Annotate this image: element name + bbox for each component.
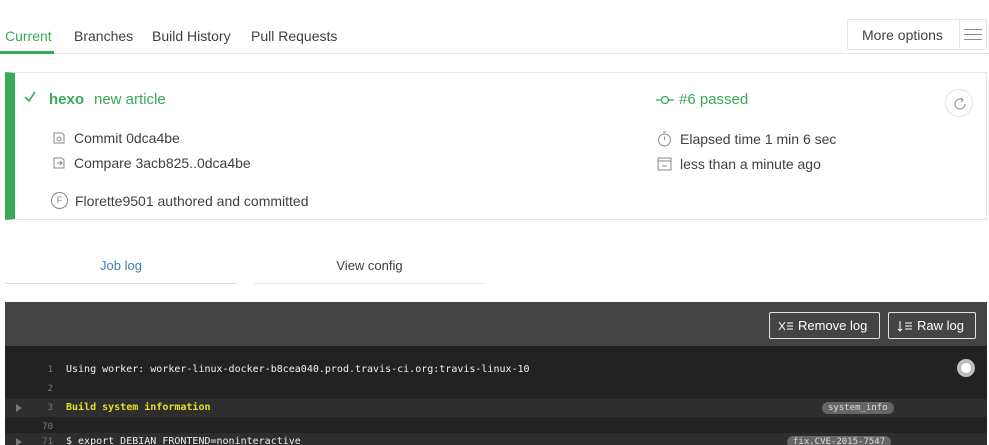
tab-build-history[interactable]: Build History <box>152 28 231 44</box>
log-text: Build system information <box>66 402 211 413</box>
scroll-to-top-button[interactable] <box>957 359 975 377</box>
build-number-status[interactable]: #6 passed <box>679 91 748 108</box>
compare-row[interactable]: Compare 3acb825..0dca4be <box>51 155 251 171</box>
log-line: 1 Using worker: worker-linux-docker-b8ce… <box>5 361 987 379</box>
active-tab-indicator <box>0 51 54 54</box>
author-text: Florette9501 authored and committed <box>75 192 309 209</box>
log-line: 2 <box>5 380 987 398</box>
commit-node-icon <box>656 95 674 104</box>
view-config-tab-indicator <box>254 283 485 284</box>
tab-job-log[interactable]: Job log <box>5 258 237 273</box>
fold-tag: fix.CVE-2015-7547 <box>787 436 892 445</box>
raw-log-icon <box>897 320 912 332</box>
hamburger-menu-icon <box>964 28 982 42</box>
commit-row[interactable]: Commit 0dca4be <box>51 130 180 146</box>
more-options-button[interactable]: More options <box>847 19 987 50</box>
elapsed-row: Elapsed time 1 min 6 sec <box>656 130 836 147</box>
commit-link[interactable]: Commit 0dca4be <box>74 130 180 146</box>
build-status[interactable]: #6 passed <box>656 91 748 108</box>
log-fold-line[interactable]: 71 $ export DEBIAN_FRONTEND=noninteracti… <box>5 433 987 445</box>
author-row: F Florette9501 authored and committed <box>51 192 308 209</box>
author-avatar-icon: F <box>51 192 68 209</box>
log-text: Using worker: worker-linux-docker-b8cea0… <box>66 364 530 375</box>
stopwatch-icon <box>658 131 671 147</box>
top-tab-bar: Current Branches Build History Pull Requ… <box>0 0 989 54</box>
remove-log-label: Remove log <box>798 318 868 333</box>
fold-tag: system_info <box>822 402 894 414</box>
job-log-output: 1 Using worker: worker-linux-docker-b8ce… <box>5 346 987 445</box>
log-toolbar: Remove log Raw log <box>5 302 987 346</box>
fold-toggle-icon[interactable] <box>16 438 22 445</box>
commit-message: new article <box>94 91 166 108</box>
line-number-link[interactable]: 70 <box>25 422 53 432</box>
compare-icon <box>53 157 65 169</box>
raw-log-label: Raw log <box>917 318 964 333</box>
more-options-divider <box>959 20 960 49</box>
log-fold-line[interactable]: 3 Build system information system_info <box>5 399 987 417</box>
elapsed-time: Elapsed time 1 min 6 sec <box>680 130 837 147</box>
line-number-link[interactable]: 3 <box>25 403 53 413</box>
log-text: $ export DEBIAN_FRONTEND=noninteractive <box>66 436 301 445</box>
tab-current[interactable]: Current <box>5 28 52 44</box>
raw-log-button[interactable]: Raw log <box>888 312 976 339</box>
job-log-tab-indicator <box>5 283 237 284</box>
line-number-link[interactable]: 2 <box>25 384 53 394</box>
tab-branches[interactable]: Branches <box>74 28 133 44</box>
commit-icon <box>53 132 65 144</box>
finished-time: less than a minute ago <box>680 155 821 172</box>
remove-log-icon <box>778 321 793 330</box>
tab-pull-requests[interactable]: Pull Requests <box>251 28 337 44</box>
tab-view-config[interactable]: View config <box>254 258 485 273</box>
finished-row: less than a minute ago <box>656 155 821 172</box>
check-icon <box>24 91 36 103</box>
repo-name-link[interactable]: hexo <box>49 91 84 108</box>
fold-toggle-icon[interactable] <box>16 404 22 412</box>
line-number-link[interactable]: 1 <box>25 365 53 375</box>
restart-build-button[interactable] <box>945 89 973 117</box>
more-options-label: More options <box>862 27 943 43</box>
build-summary-card: hexo new article Commit 0dca4be Compare … <box>5 72 987 220</box>
compare-link[interactable]: Compare 3acb825..0dca4be <box>74 155 251 171</box>
line-number-link[interactable]: 71 <box>25 437 53 445</box>
remove-log-button[interactable]: Remove log <box>769 312 880 339</box>
restart-icon <box>954 97 966 110</box>
calendar-icon <box>657 157 672 171</box>
